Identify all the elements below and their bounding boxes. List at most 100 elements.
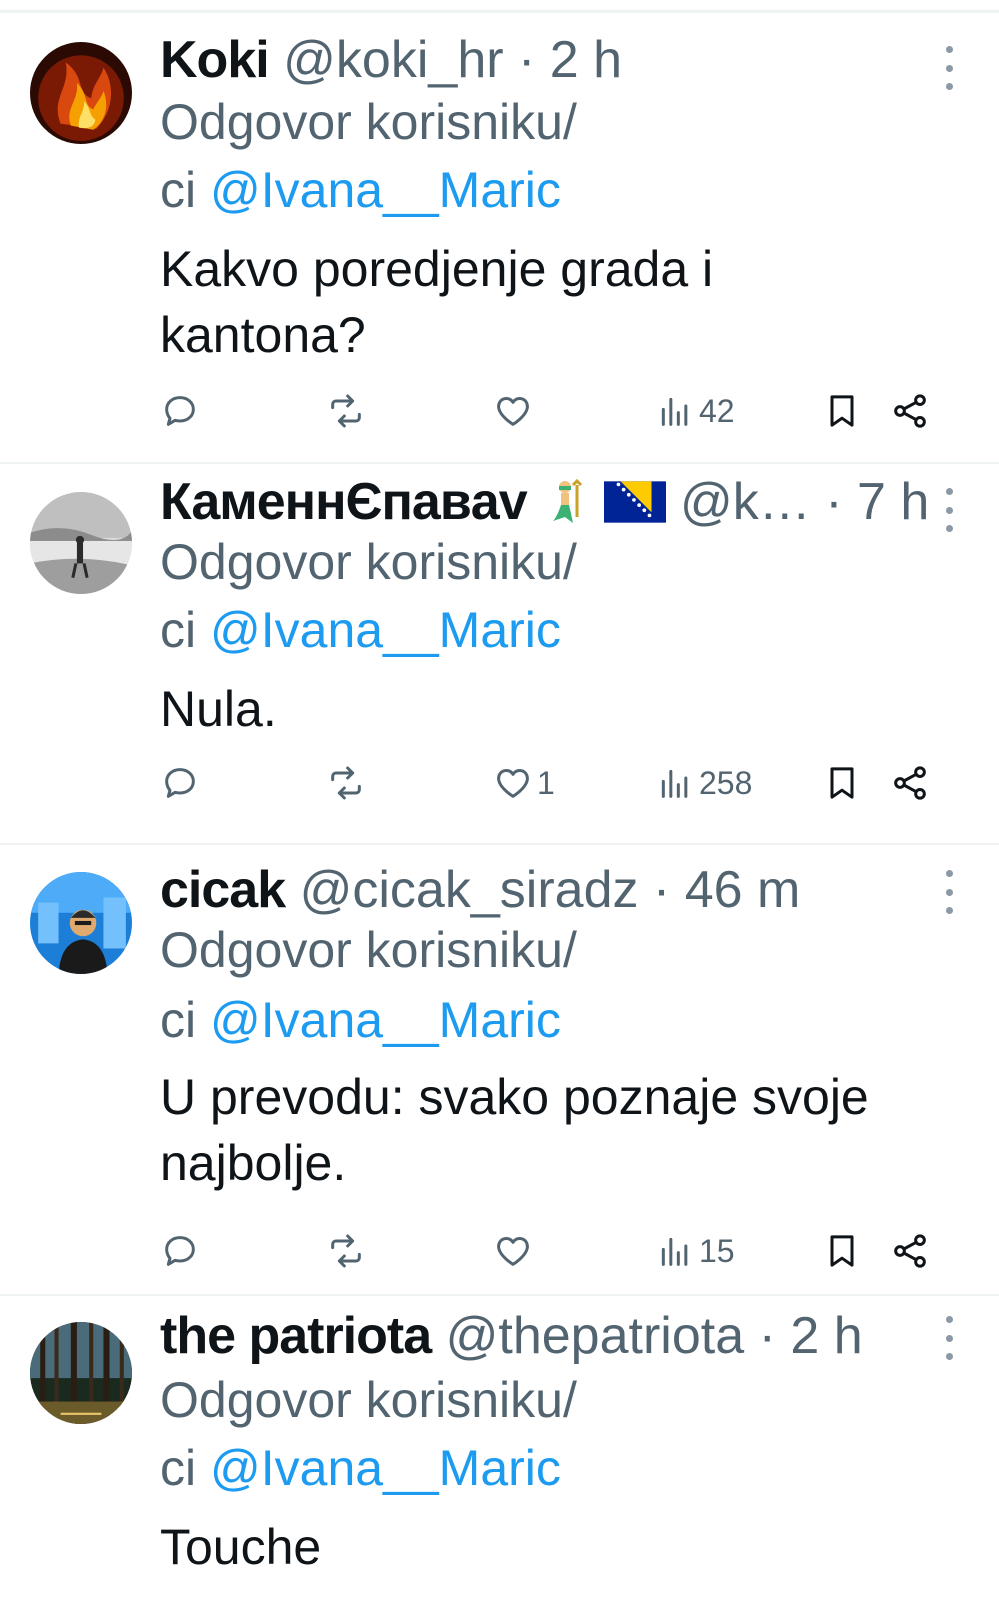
reply-mention-link[interactable]: @Ivana__Maric xyxy=(210,602,561,658)
views-count: 42 xyxy=(699,392,735,429)
tweet-text: Touche xyxy=(160,1514,940,1580)
retweet-button[interactable] xyxy=(326,760,366,806)
reply-icon xyxy=(165,768,195,798)
tweet-divider xyxy=(0,843,999,845)
heart-icon xyxy=(497,397,529,426)
tweet-text: Kakvo poredjenje grada i kantona? xyxy=(160,236,940,368)
timestamp[interactable]: 2 h xyxy=(550,31,622,89)
views-count: 15 xyxy=(699,1232,735,1269)
views-button[interactable]: 15 xyxy=(655,1228,735,1274)
bosnia-flag-emoji xyxy=(603,481,666,523)
reply-context-prefix: ci xyxy=(160,1440,210,1496)
dot-separator: · xyxy=(503,31,550,89)
bookmark-icon xyxy=(830,395,854,427)
tweet-text-line: Touche xyxy=(160,1519,322,1575)
reply-mention-link[interactable]: @Ivana__Maric xyxy=(210,1440,561,1496)
merperson-emoji xyxy=(553,478,583,523)
top-divider xyxy=(0,10,999,13)
views-icon xyxy=(661,1237,688,1266)
tweet-divider xyxy=(0,462,999,464)
share-icon xyxy=(894,766,926,800)
more-options-icon[interactable] xyxy=(939,488,959,532)
retweet-button[interactable] xyxy=(326,388,366,434)
beach-avatar-icon xyxy=(30,492,132,594)
views-icon xyxy=(661,769,688,798)
person-avatar-icon xyxy=(30,872,132,974)
user-handle[interactable]: @koki_hr xyxy=(283,31,503,89)
user-handle[interactable]: @cicak_siradz xyxy=(300,861,639,919)
like-button[interactable] xyxy=(493,1228,537,1274)
tweet-header: КаменнЄпавav @k… · 7 h xyxy=(160,472,939,532)
views-button[interactable]: 258 xyxy=(655,760,752,806)
tweet-text: Nula. xyxy=(160,676,940,742)
views-button[interactable]: 42 xyxy=(655,388,735,434)
reply-context-line2: ci @Ivana__Maric xyxy=(160,1438,561,1498)
tweet-text-line: kantona? xyxy=(160,307,366,363)
reply-button[interactable] xyxy=(160,760,200,806)
reply-context-prefix: ci xyxy=(160,162,210,218)
avatar[interactable] xyxy=(30,42,132,144)
display-name[interactable]: Koki xyxy=(160,31,270,89)
dot-separator: · xyxy=(744,1307,791,1365)
tweet-divider xyxy=(0,1294,999,1296)
fire-avatar-icon xyxy=(30,42,132,144)
reply-icon xyxy=(165,396,195,426)
heart-icon xyxy=(497,769,529,798)
reply-mention-link[interactable]: @Ivana__Maric xyxy=(210,162,561,218)
retweet-icon xyxy=(331,1234,361,1268)
bookmark-button[interactable] xyxy=(822,1228,862,1274)
retweet-button[interactable] xyxy=(326,1228,366,1274)
share-button[interactable] xyxy=(890,388,930,434)
avatar[interactable] xyxy=(30,492,132,594)
timestamp[interactable]: 2 h xyxy=(790,1307,862,1365)
bookmark-button[interactable] xyxy=(822,760,862,806)
reply-context-line1: Odgovor korisniku/ xyxy=(160,1372,577,1428)
timestamp[interactable]: 46 m xyxy=(685,861,801,919)
user-handle[interactable]: @k… xyxy=(680,473,811,531)
display-name[interactable]: the patriota xyxy=(160,1307,432,1365)
bookmark-button[interactable] xyxy=(822,388,862,434)
reply-mention-link[interactable]: @Ivana__Maric xyxy=(210,992,561,1048)
timestamp[interactable]: 7 h xyxy=(857,473,929,531)
reply-context-line2: ci @Ivana__Maric xyxy=(160,990,561,1050)
reply-button[interactable] xyxy=(160,388,200,434)
retweet-icon xyxy=(331,394,361,428)
bookmark-icon xyxy=(830,767,854,799)
reply-context-line2: ci @Ivana__Maric xyxy=(160,160,561,220)
more-options-icon[interactable] xyxy=(939,870,959,914)
views-count: 258 xyxy=(699,764,753,801)
reply-context-prefix: ci xyxy=(160,602,210,658)
views-icon xyxy=(661,397,688,426)
more-options-icon[interactable] xyxy=(939,1316,959,1360)
tweet-text: U prevodu: svako poznaje svoje najbolje. xyxy=(160,1064,940,1196)
reply-context-prefix: ci xyxy=(160,992,210,1048)
like-count: 1 xyxy=(537,764,555,801)
share-icon xyxy=(894,394,926,428)
avatar[interactable] xyxy=(30,1322,132,1424)
more-options-icon[interactable] xyxy=(939,46,959,90)
tweet-actions: 1 258 xyxy=(160,760,950,806)
like-button[interactable]: 1 xyxy=(493,760,555,806)
display-name[interactable]: КаменнЄпавav xyxy=(160,473,528,531)
user-handle[interactable]: @thepatriota xyxy=(446,1307,745,1365)
tweet-text-line: Nula. xyxy=(160,681,277,737)
reply-icon xyxy=(165,1236,195,1266)
dot-separator: · xyxy=(810,473,857,531)
reply-button[interactable] xyxy=(160,1228,200,1274)
share-icon xyxy=(894,1234,926,1268)
tweet-header: the patriota @thepatriota · 2 h xyxy=(160,1306,939,1366)
tweet-header: cicak @cicak_siradz · 46 m xyxy=(160,860,939,920)
reply-context-line1: Odgovor korisniku/ xyxy=(160,94,577,150)
bookmark-icon xyxy=(830,1235,854,1267)
display-name[interactable]: cicak xyxy=(160,861,286,919)
dot-separator: · xyxy=(638,861,685,919)
like-button[interactable] xyxy=(493,388,537,434)
heart-icon xyxy=(497,1237,529,1266)
tweet-text-line: Kakvo poredjenje grada i xyxy=(160,241,714,297)
reply-context-line1: Odgovor korisniku/ xyxy=(160,534,577,590)
avatar[interactable] xyxy=(30,872,132,974)
share-button[interactable] xyxy=(890,1228,930,1274)
share-button[interactable] xyxy=(890,760,930,806)
tweet-text-line: U prevodu: svako poznaje svoje xyxy=(160,1069,869,1125)
tweet-actions: 42 xyxy=(160,388,950,434)
